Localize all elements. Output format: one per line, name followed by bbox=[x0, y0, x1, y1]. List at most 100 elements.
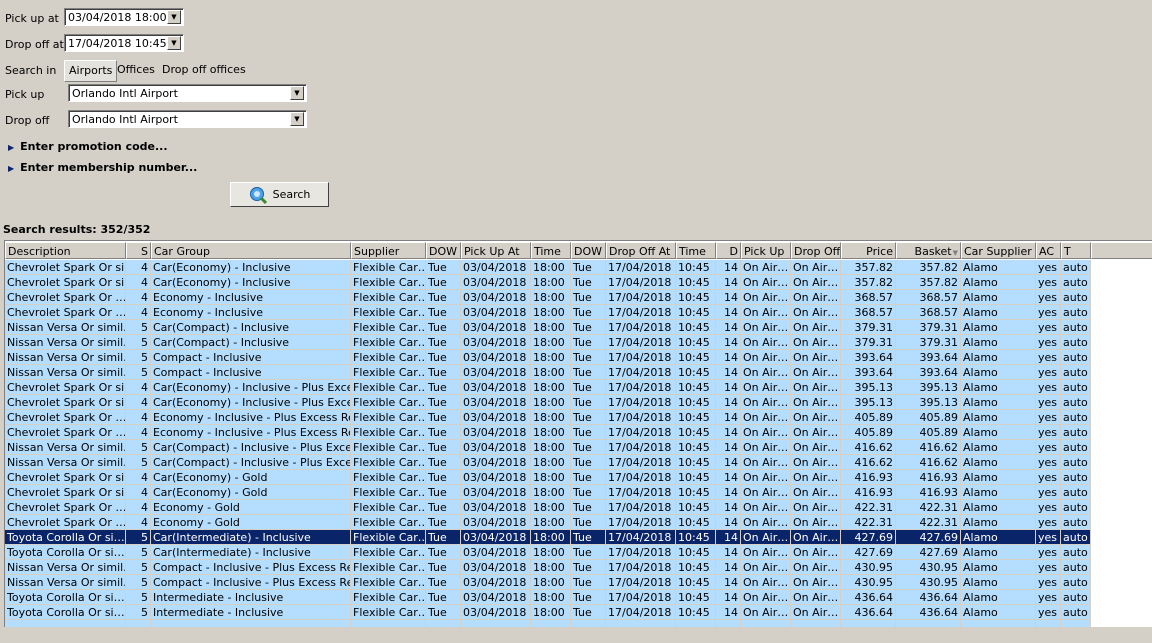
tab-drop-off-offices[interactable]: Drop off offices bbox=[158, 60, 250, 80]
column-header-car-group[interactable]: Car Group bbox=[151, 242, 351, 259]
results-table[interactable]: Description S Car Group Supplier DOW Pick Up … bbox=[4, 240, 1152, 628]
table-row[interactable]: Chevrolet Spark Or … 4 Economy - Inclusive… bbox=[5, 410, 1091, 425]
pickup-location-select[interactable]: Orlando Intl Airport ▼ bbox=[68, 84, 307, 102]
table-cell: On Air… bbox=[741, 275, 791, 290]
chevron-down-icon[interactable]: ▼ bbox=[167, 36, 181, 50]
column-header-t[interactable]: T bbox=[1061, 242, 1091, 259]
table-row[interactable]: Toyota Corolla Or si… 5 Intermediate - Inc… bbox=[5, 590, 1091, 605]
table-row[interactable]: Chevrolet Spark Or si… 4 Car(Economy) - In… bbox=[5, 260, 1091, 275]
table-cell: 427.69 bbox=[841, 530, 896, 545]
table-row[interactable]: Nissan Versa Or simil… 5 Car(Compact) - In… bbox=[5, 455, 1091, 470]
membership-number-expander[interactable]: ▶ Enter membership number... bbox=[8, 161, 197, 174]
table-cell: 4 bbox=[126, 380, 151, 395]
table-row[interactable]: Chevrolet Spark Or si… 4 Car(Economy) - In… bbox=[5, 380, 1091, 395]
dropoff-location-select[interactable]: Orlando Intl Airport ▼ bbox=[68, 110, 307, 128]
table-row[interactable]: Chevrolet Spark Or si… 4 Car(Economy) - Go… bbox=[5, 485, 1091, 500]
table-row[interactable]: Toyota Corolla Or si… 5 Intermediate - Inc… bbox=[5, 605, 1091, 620]
table-cell: 03/04/2018 bbox=[461, 350, 531, 365]
table-cell: Chevrolet Spark Or si… bbox=[5, 380, 126, 395]
table-cell: Alamo bbox=[961, 335, 1036, 350]
table-row[interactable]: Nissan Versa Or simil… 5 Compact - Inclusi… bbox=[5, 350, 1091, 365]
table-cell: Tue bbox=[426, 260, 461, 275]
table-cell: 405.89 bbox=[896, 410, 961, 425]
column-header-basket[interactable]: Basket▼ bbox=[896, 242, 961, 259]
table-row[interactable]: Chevrolet Spark Or … 4 Economy - Inclusive… bbox=[5, 290, 1091, 305]
promotion-code-expander[interactable]: ▶ Enter promotion code... bbox=[8, 140, 168, 153]
table-cell: 395.13 bbox=[896, 395, 961, 410]
column-header-drop-off[interactable]: Drop Off bbox=[791, 242, 841, 259]
search-button[interactable]: Search bbox=[230, 182, 329, 207]
table-cell: 18:00 bbox=[531, 515, 571, 530]
chevron-down-icon[interactable]: ▼ bbox=[167, 10, 181, 24]
column-header-car-supplier[interactable]: Car Supplier bbox=[961, 242, 1036, 259]
table-cell: On Air… bbox=[741, 515, 791, 530]
table-cell: 393.64 bbox=[896, 365, 961, 380]
table-cell: 416.93 bbox=[896, 470, 961, 485]
table-cell: On Air… bbox=[741, 485, 791, 500]
table-row[interactable]: Nissan Versa Or simil… 5 Car(Compact) - In… bbox=[5, 320, 1091, 335]
table-row[interactable]: Nissan Versa Or simil… 5 Compact - Inclusi… bbox=[5, 365, 1091, 380]
table-cell: Tue bbox=[426, 455, 461, 470]
table-row[interactable]: Chevrolet Spark Or … 4 Economy - Gold Flexi… bbox=[5, 500, 1091, 515]
table-cell: 18:00 bbox=[531, 455, 571, 470]
column-header-dow[interactable]: DOW bbox=[571, 242, 606, 259]
table-cell: Nissan Versa Or simil… bbox=[5, 575, 126, 590]
table-cell: 416.62 bbox=[841, 440, 896, 455]
tab-offices[interactable]: Offices bbox=[113, 60, 159, 80]
table-row[interactable]: Chevrolet Spark Or … 4 Economy - Inclusive… bbox=[5, 305, 1091, 320]
table-row[interactable]: Nissan Versa Or simil… 5 Car(Compact) - In… bbox=[5, 440, 1091, 455]
table-row[interactable]: Chevrolet Spark Or … 4 Economy - Inclusive… bbox=[5, 425, 1091, 440]
pickup-at-field[interactable]: 03/04/2018 18:00 ▼ bbox=[64, 8, 184, 26]
table-cell: 03/04/2018 bbox=[461, 335, 531, 350]
column-header-price[interactable]: Price bbox=[841, 242, 896, 259]
dropoff-at-field[interactable]: 17/04/2018 10:45 ▼ bbox=[64, 34, 184, 52]
table-cell: On Air… bbox=[791, 395, 841, 410]
table-cell: auto bbox=[1061, 455, 1091, 470]
table-cell: 17/04/2018 bbox=[606, 320, 676, 335]
table-cell: Flexible Car… bbox=[351, 590, 426, 605]
table-cell: 17/04/2018 bbox=[606, 305, 676, 320]
table-row[interactable]: Chevrolet Spark Or … 4 Economy - Gold Flexi… bbox=[5, 515, 1091, 530]
table-cell: 17/04/2018 bbox=[606, 545, 676, 560]
table-cell: yes bbox=[1036, 515, 1061, 530]
table-cell: auto bbox=[1061, 560, 1091, 575]
table-cell: 10:45 bbox=[676, 455, 716, 470]
column-header-description[interactable]: Description bbox=[5, 242, 126, 259]
table-row[interactable]: Chevrolet Spark Or si… 4 Car(Economy) - Go… bbox=[5, 470, 1091, 485]
table-cell: Toyota Corolla Or si… bbox=[5, 590, 126, 605]
table-cell: Flexible Car… bbox=[351, 260, 426, 275]
chevron-down-icon[interactable]: ▼ bbox=[290, 112, 304, 126]
tab-airports[interactable]: Airports bbox=[64, 60, 118, 82]
table-row[interactable]: Chevrolet Spark Or si… 4 Car(Economy) - In… bbox=[5, 275, 1091, 290]
table-cell: Car(Economy) - Inclusive bbox=[151, 260, 351, 275]
table-row[interactable]: Nissan Versa Or simil… 5 Compact - Inclusi… bbox=[5, 560, 1091, 575]
column-header-time[interactable]: Time bbox=[531, 242, 571, 259]
table-row[interactable]: Nissan Versa Or simil… 5 Compact - Inclusi… bbox=[5, 575, 1091, 590]
table-row[interactable]: Chevrolet Spark Or si… 4 Car(Economy) - In… bbox=[5, 395, 1091, 410]
column-header-supplier[interactable]: Supplier bbox=[351, 242, 426, 259]
column-header-label: S bbox=[141, 245, 148, 258]
chevron-down-icon[interactable]: ▼ bbox=[290, 86, 304, 100]
table-cell: 14 bbox=[716, 500, 741, 515]
column-header-drop-off-at[interactable]: Drop Off At bbox=[606, 242, 676, 259]
table-cell: 18:00 bbox=[531, 365, 571, 380]
table-cell: Tue bbox=[571, 530, 606, 545]
table-cell: Chevrolet Spark Or si… bbox=[5, 485, 126, 500]
column-header-s[interactable]: S bbox=[126, 242, 151, 259]
table-cell: 14 bbox=[716, 380, 741, 395]
table-row[interactable]: Toyota Corolla Or si… 5 Car(Intermediate) … bbox=[5, 530, 1091, 545]
column-header-ac[interactable]: AC bbox=[1036, 242, 1061, 259]
table-cell: Flexible Car… bbox=[351, 395, 426, 410]
table-row[interactable]: Toyota Corolla Or si… 5 Car(Intermediate) … bbox=[5, 545, 1091, 560]
column-header-d[interactable]: D bbox=[716, 242, 741, 259]
table-cell: yes bbox=[1036, 260, 1061, 275]
column-header-time[interactable]: Time bbox=[676, 242, 716, 259]
column-header-dow[interactable]: DOW bbox=[426, 242, 461, 259]
column-header-pick-up[interactable]: Pick Up bbox=[741, 242, 791, 259]
table-cell: On Air… bbox=[791, 440, 841, 455]
table-row[interactable]: Nissan Versa Or simil… 5 Car(Compact) - In… bbox=[5, 335, 1091, 350]
table-cell: Chevrolet Spark Or si… bbox=[5, 395, 126, 410]
table-cell: Tue bbox=[571, 575, 606, 590]
column-header-pick-up-at[interactable]: Pick Up At bbox=[461, 242, 531, 259]
table-cell: yes bbox=[1036, 485, 1061, 500]
